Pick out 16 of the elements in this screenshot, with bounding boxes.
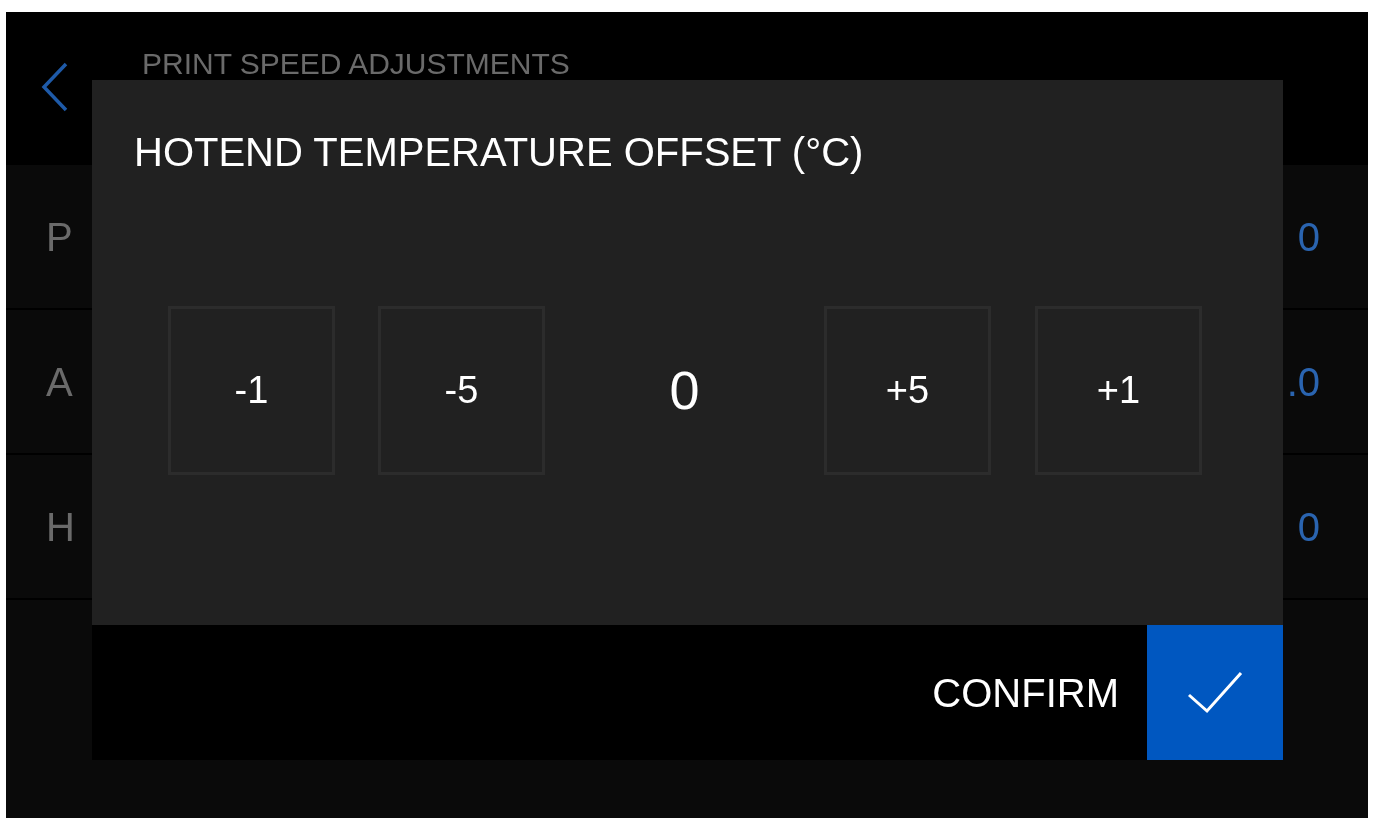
checkmark-icon [1187,670,1243,715]
step-button[interactable]: -1 [168,306,335,475]
row-label: P [46,213,73,261]
step-button[interactable]: +1 [1035,306,1202,475]
page-title: PRINT SPEED ADJUSTMENTS [142,48,570,79]
row-label: H [46,503,75,551]
dialog-title: HOTEND TEMPERATURE OFFSET (°C) [133,129,865,172]
row-value: 0 [1297,503,1320,551]
step-button[interactable]: -5 [378,306,545,475]
offset-value: 0 [668,359,701,422]
row-value: .0 [1286,358,1320,406]
step-button[interactable]: +5 [824,306,991,475]
confirm-label: CONFIRM [932,669,1119,717]
row-label: A [46,358,73,406]
row-value: 0 [1297,213,1320,261]
back-icon[interactable] [40,61,70,112]
